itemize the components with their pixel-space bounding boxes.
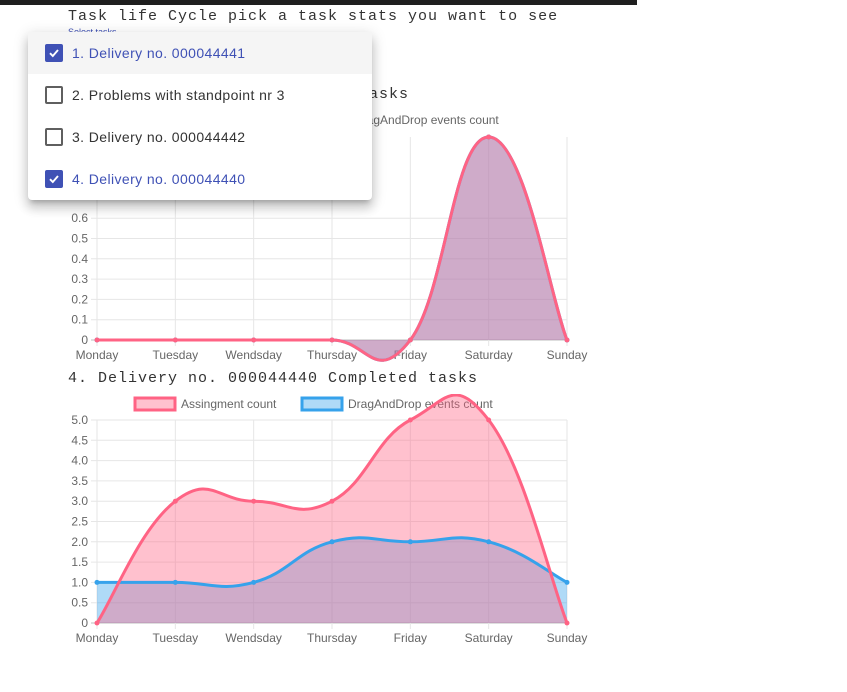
chart-2: 0 0.5 1.0 1.5 2.0 2.5 3.0 3.5 4.0 4.5 5.0 Monday Tue… xyxy=(71,394,588,645)
data-point xyxy=(94,337,100,343)
data-point xyxy=(564,579,570,585)
data-point xyxy=(172,337,178,343)
x-tick-label: Friday xyxy=(394,631,427,645)
x-tick-label: Thursday xyxy=(307,631,357,645)
task-option-label: 4. Delivery no. 000044440 xyxy=(72,171,246,187)
legend-label: Assingment count xyxy=(181,397,277,411)
data-point xyxy=(486,539,492,545)
data-point xyxy=(564,620,570,626)
data-point xyxy=(329,498,335,504)
y-tick-label: 0.5 xyxy=(71,232,88,246)
checkbox-checked-icon[interactable] xyxy=(45,170,63,188)
y-tick-label: 2.5 xyxy=(71,515,88,529)
task-select-dropdown[interactable]: 1. Delivery no. 000044441 2. Problems wi… xyxy=(28,32,372,200)
y-tick-label: 0.5 xyxy=(71,596,88,610)
legend-label: DragAndDrop events count xyxy=(354,113,499,127)
data-point xyxy=(94,579,100,585)
task-option-2[interactable]: 2. Problems with standpoint nr 3 xyxy=(28,74,372,116)
x-tick-label: Tuesday xyxy=(153,348,199,362)
chart-2-title: 4. Delivery no. 000044440 Completed task… xyxy=(68,370,479,387)
y-tick-label: 0.4 xyxy=(71,252,88,266)
x-tick-label: Sunday xyxy=(547,348,588,362)
x-tick-label: Monday xyxy=(76,348,119,362)
data-point xyxy=(486,417,492,423)
y-tick-label: 0.6 xyxy=(71,211,88,225)
y-tick-label: 0 xyxy=(81,616,88,630)
y-tick-label: 3.5 xyxy=(71,474,88,488)
x-tick-label: Saturday xyxy=(465,631,513,645)
data-point xyxy=(329,337,335,343)
y-tick-label: 0.3 xyxy=(71,272,88,286)
x-tick-label: Sunday xyxy=(547,631,588,645)
task-option-3[interactable]: 3. Delivery no. 000044442 xyxy=(28,116,372,158)
checkbox-checked-icon[interactable] xyxy=(45,44,63,62)
y-tick-label: 0.2 xyxy=(71,292,88,306)
y-tick-label: 0.1 xyxy=(71,313,88,327)
data-point xyxy=(251,579,257,585)
task-option-label: 2. Problems with standpoint nr 3 xyxy=(72,87,285,103)
x-tick-label: Wendsday xyxy=(225,631,281,645)
y-tick-label: 4.5 xyxy=(71,433,88,447)
data-point xyxy=(486,134,492,140)
task-option-1[interactable]: 1. Delivery no. 000044441 xyxy=(28,32,372,74)
data-point xyxy=(94,620,100,626)
data-point xyxy=(172,579,178,585)
legend-swatch xyxy=(300,396,344,412)
checkbox-unchecked-icon[interactable] xyxy=(45,128,63,146)
checkbox-unchecked-icon[interactable] xyxy=(45,86,63,104)
y-tick-label: 4.0 xyxy=(71,454,88,468)
data-point xyxy=(172,498,178,504)
x-tick-label: Thursday xyxy=(307,348,357,362)
x-tick-label: Wendsday xyxy=(225,348,281,362)
data-point xyxy=(251,337,257,343)
legend-swatch xyxy=(133,396,177,412)
y-tick-label: 1.5 xyxy=(71,555,88,569)
data-point xyxy=(251,498,257,504)
y-tick-label: 5.0 xyxy=(71,413,88,427)
task-option-label: 3. Delivery no. 000044442 xyxy=(72,129,246,145)
y-tick-label: 1.0 xyxy=(71,575,88,589)
data-point xyxy=(407,417,413,423)
y-tick-label: 0 xyxy=(81,333,88,347)
x-tick-label: Saturday xyxy=(465,348,513,362)
task-option-label: 1. Delivery no. 000044441 xyxy=(72,45,246,61)
y-tick-label: 2.0 xyxy=(71,535,88,549)
data-point xyxy=(564,337,570,343)
x-tick-label: Monday xyxy=(76,631,119,645)
x-tick-label: Tuesday xyxy=(153,631,199,645)
data-point xyxy=(407,539,413,545)
data-point xyxy=(329,539,335,545)
chart-1-title-text: asks xyxy=(369,86,410,103)
y-tick-label: 3.0 xyxy=(71,494,88,508)
data-point xyxy=(407,337,413,343)
top-bar xyxy=(0,0,637,5)
page-title: Task life Cycle pick a task stats you wa… xyxy=(68,8,559,25)
task-option-4[interactable]: 4. Delivery no. 000044440 xyxy=(28,158,372,200)
